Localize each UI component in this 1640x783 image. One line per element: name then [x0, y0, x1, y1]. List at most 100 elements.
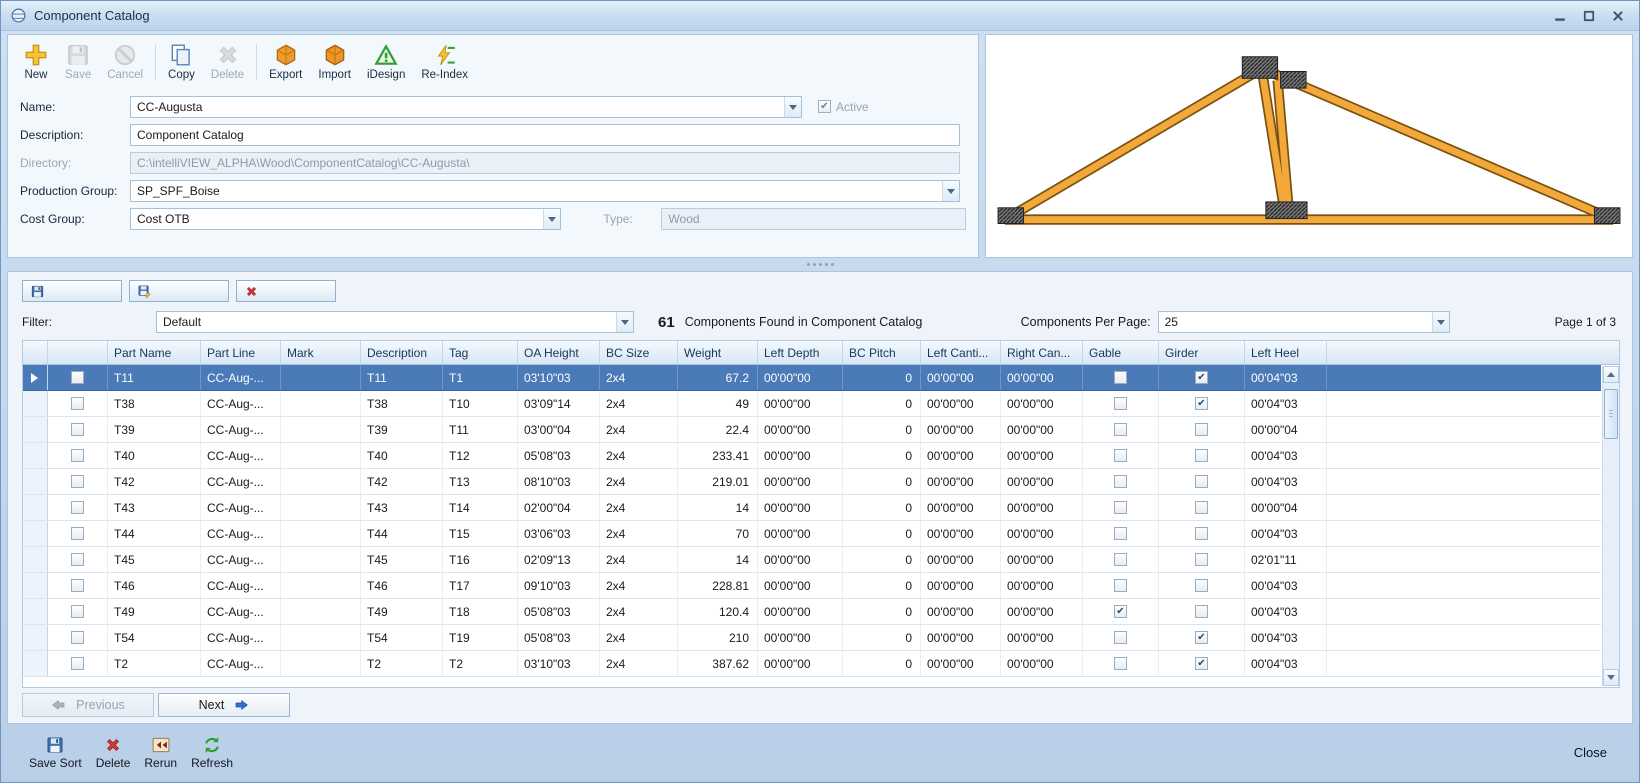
table-row[interactable]: T11 CC-Aug-... T11 T1 03'10"03 2x4 67.2 00'00"0… [23, 365, 1601, 391]
column-header-left_canti[interactable]: Left Canti... [921, 341, 1001, 364]
column-header-part_line[interactable]: Part Line [201, 341, 281, 364]
row-checkbox[interactable] [71, 475, 84, 488]
girder-checkbox[interactable] [1195, 397, 1208, 410]
per-page-dropdown-arrow-icon[interactable] [1431, 312, 1449, 332]
column-header-right_can[interactable]: Right Can... [1001, 341, 1083, 364]
gable-checkbox[interactable] [1114, 449, 1127, 462]
table-row[interactable]: T2 CC-Aug-... T2 T2 03'10"03 2x4 387.62 00'00"0… [23, 651, 1601, 677]
gable-checkbox[interactable] [1114, 501, 1127, 514]
gable-checkbox[interactable] [1114, 657, 1127, 670]
cell-gable[interactable] [1083, 417, 1159, 442]
production-group-combobox[interactable]: SP_SPF_Boise [130, 179, 960, 202]
table-row[interactable]: T44 CC-Aug-... T44 T15 03'06"03 2x4 70 00'00"00… [23, 521, 1601, 547]
cell-girder[interactable] [1159, 365, 1245, 390]
table-row[interactable]: T38 CC-Aug-... T38 T10 03'09"14 2x4 49 00'00"00… [23, 391, 1601, 417]
cell-girder[interactable] [1159, 443, 1245, 468]
name-dropdown-arrow-icon[interactable] [784, 96, 801, 117]
column-header-left_depth[interactable]: Left Depth [758, 341, 843, 364]
column-header-gable[interactable]: Gable [1083, 341, 1159, 364]
toolbar-copy-button[interactable]: Copy [161, 40, 202, 84]
grid-toolbar-button-3[interactable] [236, 280, 336, 302]
table-vertical-scrollbar[interactable] [1602, 366, 1619, 686]
column-header-mark[interactable]: Mark [281, 341, 361, 364]
row-checkbox[interactable] [71, 553, 84, 566]
column-header-description[interactable]: Description [361, 341, 443, 364]
row-checkbox[interactable] [71, 501, 84, 514]
gable-checkbox[interactable] [1114, 527, 1127, 540]
row-checkbox[interactable] [71, 605, 84, 618]
row-checkbox[interactable] [71, 371, 84, 384]
table-row[interactable]: T46 CC-Aug-... T46 T17 09'10"03 2x4 228.81 00'0… [23, 573, 1601, 599]
next-page-button[interactable]: Next [158, 693, 290, 717]
column-header-tag[interactable]: Tag [443, 341, 518, 364]
row-checkbox[interactable] [71, 527, 84, 540]
cell-gable[interactable] [1083, 651, 1159, 676]
row-checkbox[interactable] [71, 657, 84, 670]
footer-refresh-button[interactable]: Refresh [191, 735, 233, 770]
cell-gable[interactable] [1083, 495, 1159, 520]
cell-girder[interactable] [1159, 469, 1245, 494]
cell-girder[interactable] [1159, 495, 1245, 520]
filter-combobox[interactable]: Default [156, 311, 634, 333]
cell-girder[interactable] [1159, 521, 1245, 546]
table-row[interactable]: T43 CC-Aug-... T43 T14 02'00"04 2x4 14 00'00"00… [23, 495, 1601, 521]
production-group-dropdown-arrow-icon[interactable] [942, 180, 959, 201]
footer-save-sort-button[interactable]: Save Sort [29, 735, 82, 770]
name-combobox[interactable]: CC-Augusta [130, 95, 802, 118]
table-row[interactable]: T39 CC-Aug-... T39 T11 03'00"04 2x4 22.4 00'00"… [23, 417, 1601, 443]
toolbar-reindex-button[interactable]: Re-Index [414, 40, 475, 84]
gable-checkbox[interactable] [1114, 605, 1127, 618]
girder-checkbox[interactable] [1195, 657, 1208, 670]
toolbar-idesign-button[interactable]: iDesign [360, 40, 412, 84]
scrollbar-thumb[interactable] [1604, 389, 1618, 439]
gable-checkbox[interactable] [1114, 553, 1127, 566]
panel-splitter[interactable] [7, 258, 1633, 271]
cell-girder[interactable] [1159, 599, 1245, 624]
maximize-icon[interactable] [1583, 10, 1595, 22]
cell-girder[interactable] [1159, 547, 1245, 572]
cell-girder[interactable] [1159, 391, 1245, 416]
toolbar-new-button[interactable]: New [16, 40, 56, 84]
cell-girder[interactable] [1159, 573, 1245, 598]
cell-gable[interactable] [1083, 469, 1159, 494]
close-button[interactable]: Close [1564, 741, 1617, 764]
cell-gable[interactable] [1083, 391, 1159, 416]
table-row[interactable]: T49 CC-Aug-... T49 T18 05'08"03 2x4 120.4 00'00… [23, 599, 1601, 625]
girder-checkbox[interactable] [1195, 605, 1208, 618]
filter-dropdown-arrow-icon[interactable] [616, 312, 633, 332]
cell-gable[interactable] [1083, 443, 1159, 468]
table-row[interactable]: T42 CC-Aug-... T42 T13 08'10"03 2x4 219.01 00'0… [23, 469, 1601, 495]
cell-girder[interactable] [1159, 625, 1245, 650]
scrollbar-down-icon[interactable] [1603, 669, 1619, 686]
girder-checkbox[interactable] [1195, 371, 1208, 384]
column-header-bc_pitch[interactable]: BC Pitch [843, 341, 921, 364]
cell-girder[interactable] [1159, 417, 1245, 442]
girder-checkbox[interactable] [1195, 423, 1208, 436]
footer-rerun-button[interactable]: Rerun [144, 735, 177, 770]
row-checkbox[interactable] [71, 579, 84, 592]
grid-toolbar-button-1[interactable] [22, 280, 122, 302]
description-input[interactable]: Component Catalog [130, 123, 960, 146]
row-checkbox[interactable] [71, 449, 84, 462]
cell-girder[interactable] [1159, 651, 1245, 676]
gable-checkbox[interactable] [1114, 423, 1127, 436]
girder-checkbox[interactable] [1195, 475, 1208, 488]
close-icon[interactable] [1612, 10, 1624, 22]
gable-checkbox[interactable] [1114, 475, 1127, 488]
column-header-bc_size[interactable]: BC Size [600, 341, 678, 364]
gable-checkbox[interactable] [1114, 371, 1127, 384]
gable-checkbox[interactable] [1114, 579, 1127, 592]
girder-checkbox[interactable] [1195, 553, 1208, 566]
column-header-oa_height[interactable]: OA Height [518, 341, 600, 364]
row-checkbox[interactable] [71, 397, 84, 410]
per-page-combobox[interactable]: 25 [1157, 311, 1450, 333]
cost-group-dropdown-arrow-icon[interactable] [543, 208, 561, 229]
cell-gable[interactable] [1083, 547, 1159, 572]
toolbar-export-button[interactable]: Export [262, 40, 309, 84]
footer-delete-button[interactable]: Delete [96, 735, 130, 770]
grid-toolbar-button-2[interactable] [129, 280, 229, 302]
table-row[interactable]: T45 CC-Aug-... T45 T16 02'09"13 2x4 14 00'00"00… [23, 547, 1601, 573]
row-checkbox[interactable] [71, 631, 84, 644]
column-header-left_heel[interactable]: Left Heel [1245, 341, 1327, 364]
girder-checkbox[interactable] [1195, 579, 1208, 592]
